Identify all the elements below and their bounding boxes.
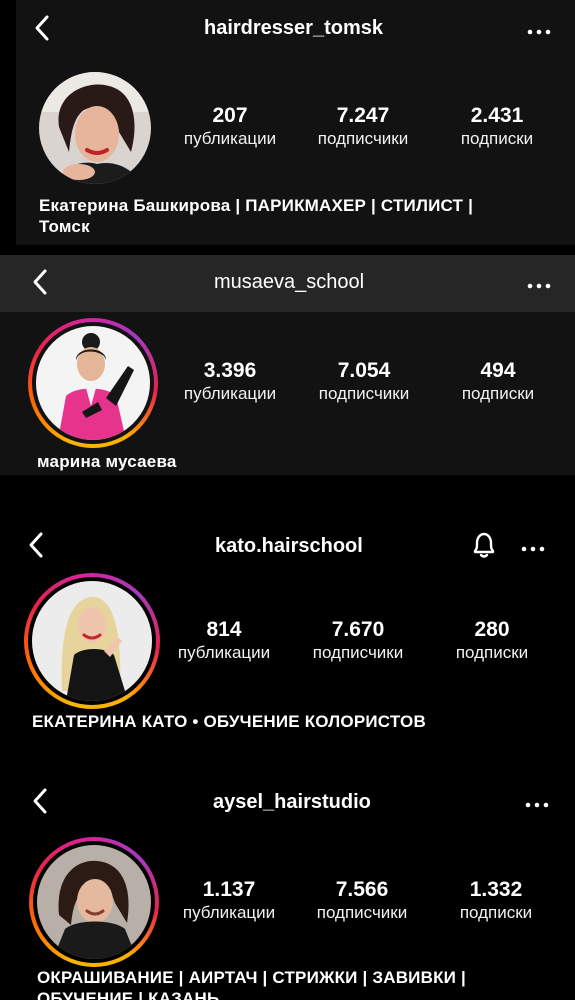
stat-followers[interactable]: 7.670 подписчики (298, 618, 418, 664)
profile-username: hairdresser_tomsk (204, 17, 383, 39)
more-horizontal-icon[interactable] (521, 541, 545, 552)
stat-following[interactable]: 280 подписки (432, 618, 552, 664)
stat-value: 7.247 (336, 104, 390, 127)
stat-posts[interactable]: 3.396 публикации (170, 359, 290, 405)
stat-following[interactable]: 494 подписки (438, 359, 558, 405)
bio-line: Томск (39, 217, 90, 236)
profile-username: aysel_hairstudio (213, 791, 371, 813)
stat-value: 7.670 (331, 618, 385, 641)
stat-label: подписки (459, 903, 533, 922)
avatar[interactable] (36, 326, 150, 440)
bio-line: марина мусаева (37, 452, 177, 471)
stat-following[interactable]: 2.431 подписки (437, 104, 557, 150)
profile-card-aysel-hairstudio: aysel_hairstudio 1.137 публикации 7.566 … (0, 775, 575, 1000)
stat-followers[interactable]: 7.247 подписчики (303, 104, 423, 150)
bio-line: Екатерина Башкирова | ПАРИКМАХЕР | СТИЛИ… (39, 196, 474, 215)
stat-label: публикации (183, 129, 277, 148)
profile-card-kato-hairschool: kato.hairschool 814 публикации 7.670 под… (0, 515, 575, 760)
stat-label: подписчики (318, 384, 410, 403)
profile-card-hairdresser-tomsk: hairdresser_tomsk 207 публикации 7.247 п… (0, 0, 575, 245)
profile-username: kato.hairschool (215, 535, 363, 557)
stat-label: публикации (183, 384, 277, 403)
story-ring[interactable] (29, 837, 159, 967)
stat-label: подписки (460, 129, 534, 148)
stat-label: публикации (177, 643, 271, 662)
avatar[interactable] (39, 72, 151, 184)
more-horizontal-icon[interactable] (527, 278, 551, 289)
chevron-left-icon[interactable] (30, 268, 52, 296)
stat-followers[interactable]: 7.054 подписчики (304, 359, 424, 405)
chevron-left-icon[interactable] (32, 14, 54, 42)
profile-bio: марина мусаева (37, 451, 177, 472)
stat-posts[interactable]: 1.137 публикации (169, 878, 289, 924)
stat-value: 1.332 (469, 878, 523, 901)
bell-icon[interactable] (470, 530, 498, 560)
stat-posts[interactable]: 207 публикации (170, 104, 290, 150)
stat-label: подписчики (316, 903, 408, 922)
stat-value: 814 (206, 618, 242, 641)
chevron-left-icon[interactable] (26, 531, 48, 559)
profile-bio: Екатерина Башкирова | ПАРИКМАХЕР | СТИЛИ… (39, 195, 473, 237)
more-horizontal-icon[interactable] (525, 797, 549, 808)
stat-value: 7.054 (337, 359, 391, 382)
stat-followers[interactable]: 7.566 подписчики (302, 878, 422, 924)
stat-label: публикации (182, 903, 276, 922)
stat-following[interactable]: 1.332 подписки (436, 878, 556, 924)
stat-label: подписчики (317, 129, 409, 148)
stat-value: 494 (480, 359, 516, 382)
story-ring[interactable] (28, 318, 158, 448)
stat-posts[interactable]: 814 публикации (164, 618, 284, 664)
avatar[interactable] (32, 581, 152, 701)
stat-value: 207 (212, 104, 248, 127)
stat-label: подписки (455, 643, 529, 662)
stat-value: 3.396 (203, 359, 257, 382)
bio-line: ОКРАШИВАНИЕ | АИРТАЧ | СТРИЖКИ | ЗАВИВКИ… (37, 968, 466, 987)
stat-label: подписки (461, 384, 535, 403)
story-ring[interactable] (24, 573, 160, 709)
more-horizontal-icon[interactable] (527, 24, 551, 35)
stat-value: 2.431 (470, 104, 524, 127)
bio-line: ОБУЧЕНИЕ | КАЗАНЬ (37, 989, 220, 1000)
profile-username: musaeva_school (214, 271, 365, 293)
stat-value: 280 (474, 618, 510, 641)
stat-label: подписчики (312, 643, 404, 662)
stat-value: 7.566 (335, 878, 389, 901)
profile-card-musaeva-school: musaeva_school 3.396 публикации 7.054 по… (0, 255, 575, 475)
bio-line: ЕКАТЕРИНА КАТО • ОБУЧЕНИЕ КОЛОРИСТОВ (32, 712, 426, 731)
stat-value: 1.137 (202, 878, 256, 901)
profile-bio: ЕКАТЕРИНА КАТО • ОБУЧЕНИЕ КОЛОРИСТОВ (32, 711, 426, 732)
avatar[interactable] (37, 845, 151, 959)
profile-bio: ОКРАШИВАНИЕ | АИРТАЧ | СТРИЖКИ | ЗАВИВКИ… (37, 967, 466, 1000)
chevron-left-icon[interactable] (30, 787, 52, 815)
